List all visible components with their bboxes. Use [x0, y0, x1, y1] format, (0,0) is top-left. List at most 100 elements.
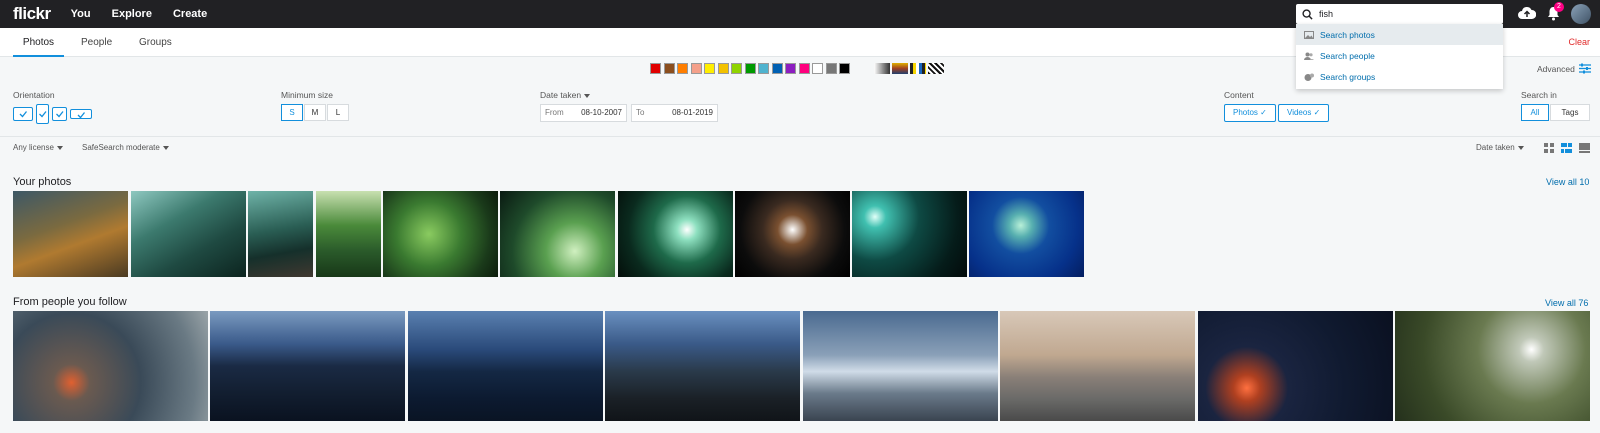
suggestion-label: Search people	[1320, 50, 1375, 61]
orientation-landscape[interactable]	[13, 107, 33, 121]
license-dropdown[interactable]: Any license	[13, 143, 63, 152]
nav-create[interactable]: Create	[173, 8, 207, 20]
checkmark-icon: ✓	[1313, 108, 1321, 117]
search-in-all[interactable]: All	[1521, 104, 1549, 121]
color-swatch[interactable]	[663, 63, 675, 74]
chevron-down-icon	[162, 145, 169, 150]
content-label: Content	[1224, 90, 1254, 100]
color-swatch[interactable]	[758, 63, 769, 74]
filters-divider	[0, 136, 1600, 137]
avatar[interactable]	[1571, 4, 1591, 24]
checkmark-icon: ✓	[1260, 108, 1267, 117]
following-title: From people you follow	[13, 296, 127, 308]
color-swatch[interactable]	[744, 63, 756, 74]
photo-thumbnail[interactable]	[1395, 311, 1590, 421]
nav-you[interactable]: You	[71, 8, 91, 20]
black-white-swatch[interactable]	[874, 63, 890, 74]
color-swatch[interactable]	[650, 63, 661, 74]
photo-thumbnail[interactable]	[408, 311, 603, 421]
photo-thumbnail[interactable]	[500, 191, 615, 277]
date-taken-label[interactable]: Date taken	[540, 90, 591, 100]
sort-dropdown[interactable]: Date taken	[1476, 143, 1524, 152]
safesearch-dropdown[interactable]: SafeSearch moderate	[82, 143, 169, 152]
your-photos-view-all[interactable]: View all 10	[1546, 177, 1589, 187]
content-photos-toggle[interactable]: Photos ✓	[1224, 104, 1276, 122]
color-swatch[interactable]	[812, 63, 823, 74]
clear-button[interactable]: Clear	[1568, 28, 1590, 57]
color-swatch[interactable]	[717, 63, 729, 74]
your-photos-title: Your photos	[13, 176, 72, 188]
search-icon	[1302, 8, 1313, 20]
color-swatch[interactable]	[771, 63, 783, 74]
photo-thumbnail[interactable]	[1198, 311, 1393, 421]
orientation-portrait[interactable]	[36, 104, 49, 124]
photo-thumbnail[interactable]	[803, 311, 998, 421]
color-swatch[interactable]	[690, 63, 702, 74]
grid-view-icon[interactable]	[1544, 143, 1554, 153]
advanced-toggle[interactable]: Advanced	[1537, 64, 1575, 74]
size-large[interactable]: L	[327, 104, 349, 121]
tab-groups[interactable]: Groups	[139, 28, 172, 57]
suggestion-label: Search groups	[1320, 71, 1376, 82]
justified-view-icon[interactable]	[1561, 143, 1572, 153]
search-input[interactable]	[1319, 9, 1489, 19]
color-swatch[interactable]	[704, 63, 715, 74]
tab-photos[interactable]: Photos	[13, 28, 64, 57]
orientation-square[interactable]	[52, 107, 67, 121]
nav-explore[interactable]: Explore	[112, 8, 152, 20]
checkmark-icon	[19, 111, 28, 118]
content-videos-toggle[interactable]: Videos ✓	[1278, 104, 1329, 122]
color-filter	[650, 63, 853, 74]
suggestion-search-groups[interactable]: Search groups	[1296, 66, 1503, 87]
checkmark-icon	[39, 111, 47, 118]
search-box[interactable]	[1296, 4, 1503, 24]
size-small[interactable]: S	[281, 104, 303, 121]
date-from-field[interactable]: From 08-10-2007	[540, 104, 627, 122]
detail-view-icon[interactable]	[1579, 143, 1590, 153]
photo-thumbnail[interactable]	[248, 191, 313, 277]
photo-thumbnail[interactable]	[969, 191, 1084, 277]
flickr-logo[interactable]: flickr	[13, 4, 51, 24]
chevron-down-icon	[584, 93, 591, 98]
date-to-field[interactable]: To 08-01-2019	[631, 104, 718, 122]
photo-thumbnail[interactable]	[383, 191, 498, 277]
pattern-filter	[874, 63, 946, 74]
photo-thumbnail[interactable]	[1000, 311, 1195, 421]
notification-badge: 2	[1554, 2, 1564, 12]
photo-thumbnail[interactable]	[13, 311, 208, 421]
tab-people[interactable]: People	[81, 28, 112, 57]
color-swatch[interactable]	[677, 63, 688, 74]
patterns-swatch[interactable]	[928, 63, 944, 74]
checkmark-icon	[56, 111, 64, 118]
shallow-depth-swatch[interactable]	[892, 63, 908, 74]
photo-thumbnail[interactable]	[735, 191, 850, 277]
photo-thumbnail[interactable]	[618, 191, 733, 277]
chevron-down-icon	[56, 145, 63, 150]
size-medium[interactable]: M	[304, 104, 326, 121]
photo-thumbnail[interactable]	[316, 191, 381, 277]
sliders-icon[interactable]	[1579, 63, 1591, 74]
color-swatch[interactable]	[798, 63, 810, 74]
color-swatch[interactable]	[785, 63, 796, 74]
orientation-panorama[interactable]	[70, 109, 92, 119]
groups-icon	[1304, 73, 1314, 81]
color-swatch[interactable]	[731, 63, 742, 74]
photo-thumbnail[interactable]	[210, 311, 405, 421]
photo-icon	[1304, 30, 1314, 39]
color-swatch[interactable]	[839, 63, 850, 74]
search-in-label: Search in	[1521, 90, 1557, 100]
upload-cloud-icon[interactable]	[1518, 6, 1536, 20]
suggestion-label: Search photos	[1320, 29, 1375, 40]
chevron-down-icon	[1517, 145, 1524, 150]
photo-thumbnail[interactable]	[131, 191, 246, 277]
orientation-label: Orientation	[13, 90, 55, 100]
suggestion-search-photos[interactable]: Search photos	[1296, 24, 1503, 45]
suggestion-search-people[interactable]: Search people	[1296, 45, 1503, 66]
photo-thumbnail[interactable]	[13, 191, 128, 277]
search-in-tags[interactable]: Tags	[1550, 104, 1590, 121]
photo-thumbnail[interactable]	[605, 311, 800, 421]
minimalism-swatch[interactable]	[910, 63, 926, 74]
following-view-all[interactable]: View all 76	[1545, 298, 1588, 308]
color-swatch[interactable]	[825, 63, 837, 74]
photo-thumbnail[interactable]	[852, 191, 967, 277]
